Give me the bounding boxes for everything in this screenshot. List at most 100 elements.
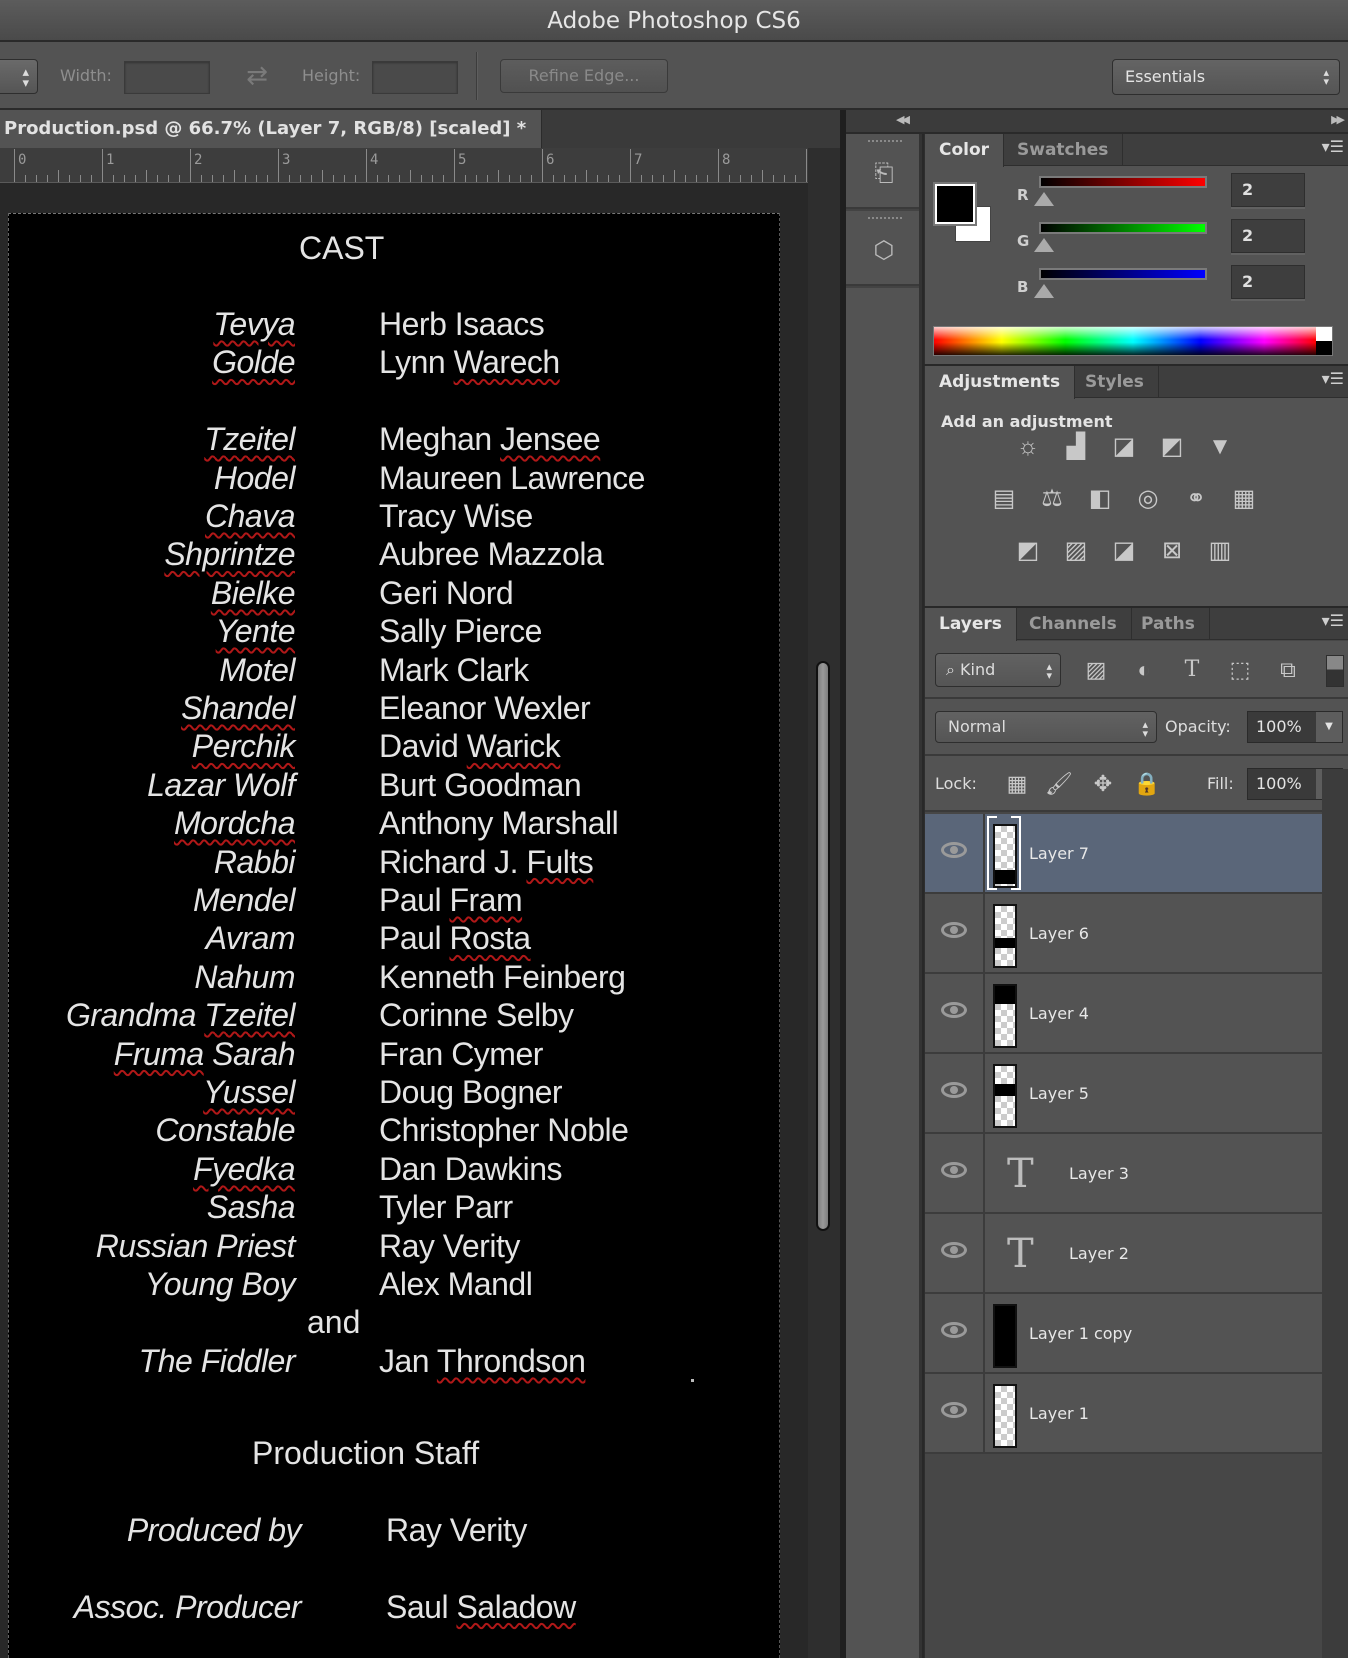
tab-channels[interactable]: Channels: [1015, 608, 1132, 640]
layers-scroll-gutter[interactable]: [1322, 769, 1348, 1658]
slider-thumb[interactable]: [1034, 284, 1054, 298]
tab-paths[interactable]: Paths: [1127, 608, 1210, 640]
dock-history[interactable]: ⎗: [846, 134, 919, 209]
layer-row[interactable]: Layer 5: [925, 1054, 1323, 1134]
tab-layers[interactable]: Layers: [925, 608, 1017, 641]
width-input[interactable]: [124, 61, 210, 94]
scrollbar-thumb[interactable]: [816, 661, 830, 1231]
layer-name[interactable]: Layer 2: [1069, 1244, 1129, 1263]
photo-filter-icon[interactable]: ◎: [1131, 484, 1165, 514]
tab-swatches[interactable]: Swatches: [1003, 134, 1124, 166]
pixel-filter-icon[interactable]: ▨: [1081, 655, 1111, 685]
vibrance-icon[interactable]: ▼: [1203, 432, 1237, 462]
color-spectrum[interactable]: [933, 326, 1333, 356]
posterize-icon[interactable]: ▨: [1059, 536, 1093, 566]
document-tab[interactable]: Production.psd @ 66.7% (Layer 7, RGB/8) …: [0, 110, 542, 148]
panel-menu-icon[interactable]: ▾☰: [1322, 140, 1344, 156]
color-lookup-icon[interactable]: ▦: [1227, 484, 1261, 514]
black-white-swatch[interactable]: [1316, 327, 1332, 355]
lock-all-icon[interactable]: 🔒: [1133, 770, 1161, 798]
exposure-icon[interactable]: ◩: [1155, 432, 1189, 462]
threshold-icon[interactable]: ◪: [1107, 536, 1141, 566]
blend-mode-select[interactable]: Normal ▴ ▾: [935, 711, 1157, 743]
eye-icon[interactable]: [941, 922, 967, 938]
visibility-toggle[interactable]: [925, 974, 985, 1052]
channel-value-b[interactable]: 2: [1231, 265, 1305, 299]
filter-kind-select[interactable]: ⌕ Kind ▴ ▾: [935, 653, 1061, 687]
chevron-down-icon[interactable]: ▼: [1316, 712, 1342, 742]
layer-name[interactable]: Layer 7: [1029, 844, 1089, 863]
visibility-toggle[interactable]: [925, 894, 985, 972]
eye-icon[interactable]: [941, 1082, 967, 1098]
horizontal-ruler[interactable]: 0123456789: [0, 148, 884, 183]
height-input[interactable]: [372, 61, 458, 94]
document-canvas[interactable]: CAST Tevya Herb Isaacs Golde Lynn Warech Tze…: [8, 213, 780, 1658]
tab-styles[interactable]: Styles: [1071, 366, 1159, 398]
eye-icon[interactable]: [941, 1162, 967, 1178]
black-white-icon[interactable]: ◧: [1083, 484, 1117, 514]
visibility-toggle[interactable]: [925, 1054, 985, 1132]
history-icon[interactable]: ⎗: [866, 156, 902, 192]
eye-icon[interactable]: [941, 1242, 967, 1258]
lock-transparency-icon[interactable]: ▦: [1003, 770, 1031, 798]
eye-icon[interactable]: [941, 1322, 967, 1338]
foreground-color-swatch[interactable]: [933, 182, 977, 226]
slider-thumb[interactable]: [1034, 192, 1054, 206]
channel-slider-g[interactable]: [1039, 222, 1207, 234]
dock-3d[interactable]: ⬡: [846, 211, 919, 286]
invert-icon[interactable]: ◩: [1011, 536, 1045, 566]
channel-value-g[interactable]: 2: [1231, 219, 1305, 253]
channel-value-r[interactable]: 2: [1231, 173, 1305, 207]
layer-row[interactable]: Layer 1: [925, 1374, 1323, 1454]
levels-icon[interactable]: ▟: [1059, 432, 1093, 462]
gradient-map-icon[interactable]: ▥: [1203, 536, 1237, 566]
visibility-toggle[interactable]: [925, 1214, 985, 1292]
collapse-left-icon[interactable]: ◀◀: [896, 113, 910, 126]
swap-arrows-icon[interactable]: ⇄: [240, 58, 274, 92]
visibility-toggle[interactable]: [925, 1134, 985, 1212]
tab-color[interactable]: Color: [925, 134, 1005, 167]
tab-adjustments[interactable]: Adjustments: [925, 366, 1076, 399]
channel-slider-r[interactable]: [1039, 176, 1207, 188]
eye-icon[interactable]: [941, 842, 967, 858]
filter-toggle[interactable]: [1326, 655, 1344, 687]
layer-name[interactable]: Layer 5: [1029, 1084, 1089, 1103]
layer-name[interactable]: Layer 1: [1029, 1404, 1089, 1423]
visibility-toggle[interactable]: [925, 814, 985, 892]
channel-mixer-icon[interactable]: ⚭: [1179, 484, 1213, 514]
panel-menu-icon[interactable]: ▾☰: [1322, 372, 1344, 388]
type-filter-icon[interactable]: T: [1177, 655, 1207, 685]
workspace-select[interactable]: Essentials ▴ ▾: [1112, 59, 1340, 95]
layer-row[interactable]: Layer 1 copy: [925, 1294, 1323, 1374]
canvas-area[interactable]: CAST Tevya Herb Isaacs Golde Lynn Warech Tze…: [0, 183, 808, 1658]
expand-right-icon[interactable]: ▶▶: [1331, 113, 1345, 126]
visibility-toggle[interactable]: [925, 1374, 985, 1452]
channel-slider-b[interactable]: [1039, 268, 1207, 280]
vertical-scrollbar[interactable]: [808, 148, 840, 1658]
smart-object-filter-icon[interactable]: ⧉: [1273, 655, 1303, 685]
layer-name[interactable]: Layer 1 copy: [1029, 1324, 1132, 1343]
selective-color-icon[interactable]: ⊠: [1155, 536, 1189, 566]
brightness-contrast-icon[interactable]: ☼: [1011, 432, 1045, 462]
slider-thumb[interactable]: [1034, 238, 1054, 252]
layer-name[interactable]: Layer 3: [1069, 1164, 1129, 1183]
lock-pixels-brush-icon[interactable]: 🖌: [1045, 770, 1073, 798]
refine-edge-button[interactable]: Refine Edge...: [500, 59, 668, 93]
shape-filter-icon[interactable]: ⬚: [1225, 655, 1255, 685]
opacity-input[interactable]: 100% ▼: [1247, 711, 1343, 743]
3d-icon[interactable]: ⬡: [866, 233, 902, 269]
eye-icon[interactable]: [941, 1002, 967, 1018]
layer-name[interactable]: Layer 6: [1029, 924, 1089, 943]
layer-row[interactable]: Layer 6: [925, 894, 1323, 974]
layer-name[interactable]: Layer 4: [1029, 1004, 1089, 1023]
layer-row[interactable]: Layer 7: [925, 814, 1323, 894]
visibility-toggle[interactable]: [925, 1294, 985, 1372]
adjustment-filter-icon[interactable]: ◐: [1129, 655, 1159, 685]
hue-saturation-icon[interactable]: ▤: [987, 484, 1021, 514]
color-balance-icon[interactable]: ⚖: [1035, 484, 1069, 514]
layer-row[interactable]: Layer 4: [925, 974, 1323, 1054]
curves-icon[interactable]: ◪: [1107, 432, 1141, 462]
style-select[interactable]: ▴ ▾: [0, 59, 38, 94]
eye-icon[interactable]: [941, 1402, 967, 1418]
layer-row[interactable]: T Layer 3: [925, 1134, 1323, 1214]
